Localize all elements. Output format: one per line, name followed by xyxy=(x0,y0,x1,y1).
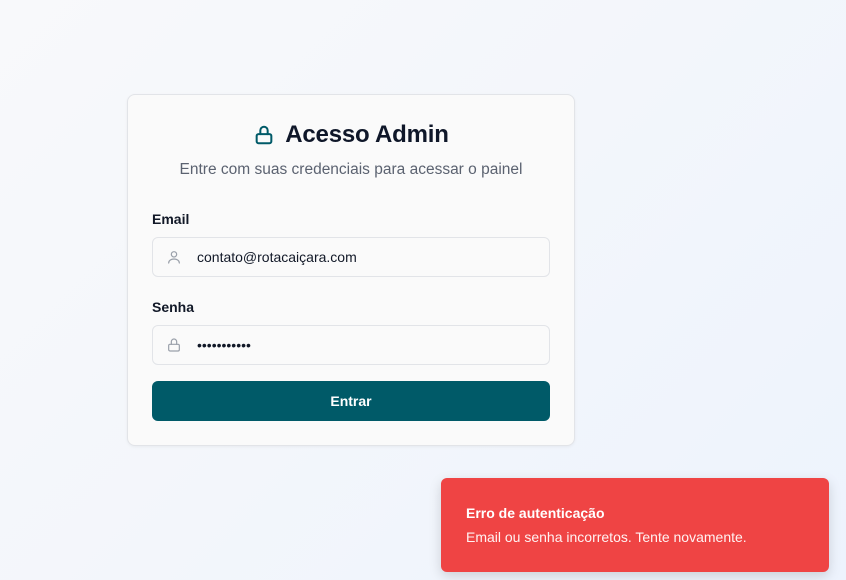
email-field[interactable] xyxy=(193,238,533,276)
login-card: Acesso Admin Entre com suas credenciais … xyxy=(127,94,575,446)
password-label: Senha xyxy=(152,299,195,315)
password-field-wrapper[interactable] xyxy=(152,325,550,365)
lock-icon xyxy=(153,326,193,364)
lock-icon xyxy=(253,124,275,146)
login-header: Acesso Admin xyxy=(128,121,574,149)
email-field-wrapper[interactable] xyxy=(152,237,550,277)
toast-title: Erro de autenticação xyxy=(466,505,605,521)
page-subtitle: Entre com suas credenciais para acessar … xyxy=(179,161,523,178)
password-field[interactable] xyxy=(193,326,533,364)
page-title: Acesso Admin xyxy=(285,121,449,148)
toast-message: Email ou senha incorretos. Tente novamen… xyxy=(466,529,747,545)
submit-button[interactable]: Entrar xyxy=(152,381,550,421)
email-label: Email xyxy=(152,211,190,227)
error-toast[interactable]: Erro de autenticação Email ou senha inco… xyxy=(441,478,829,572)
user-icon xyxy=(153,238,193,276)
